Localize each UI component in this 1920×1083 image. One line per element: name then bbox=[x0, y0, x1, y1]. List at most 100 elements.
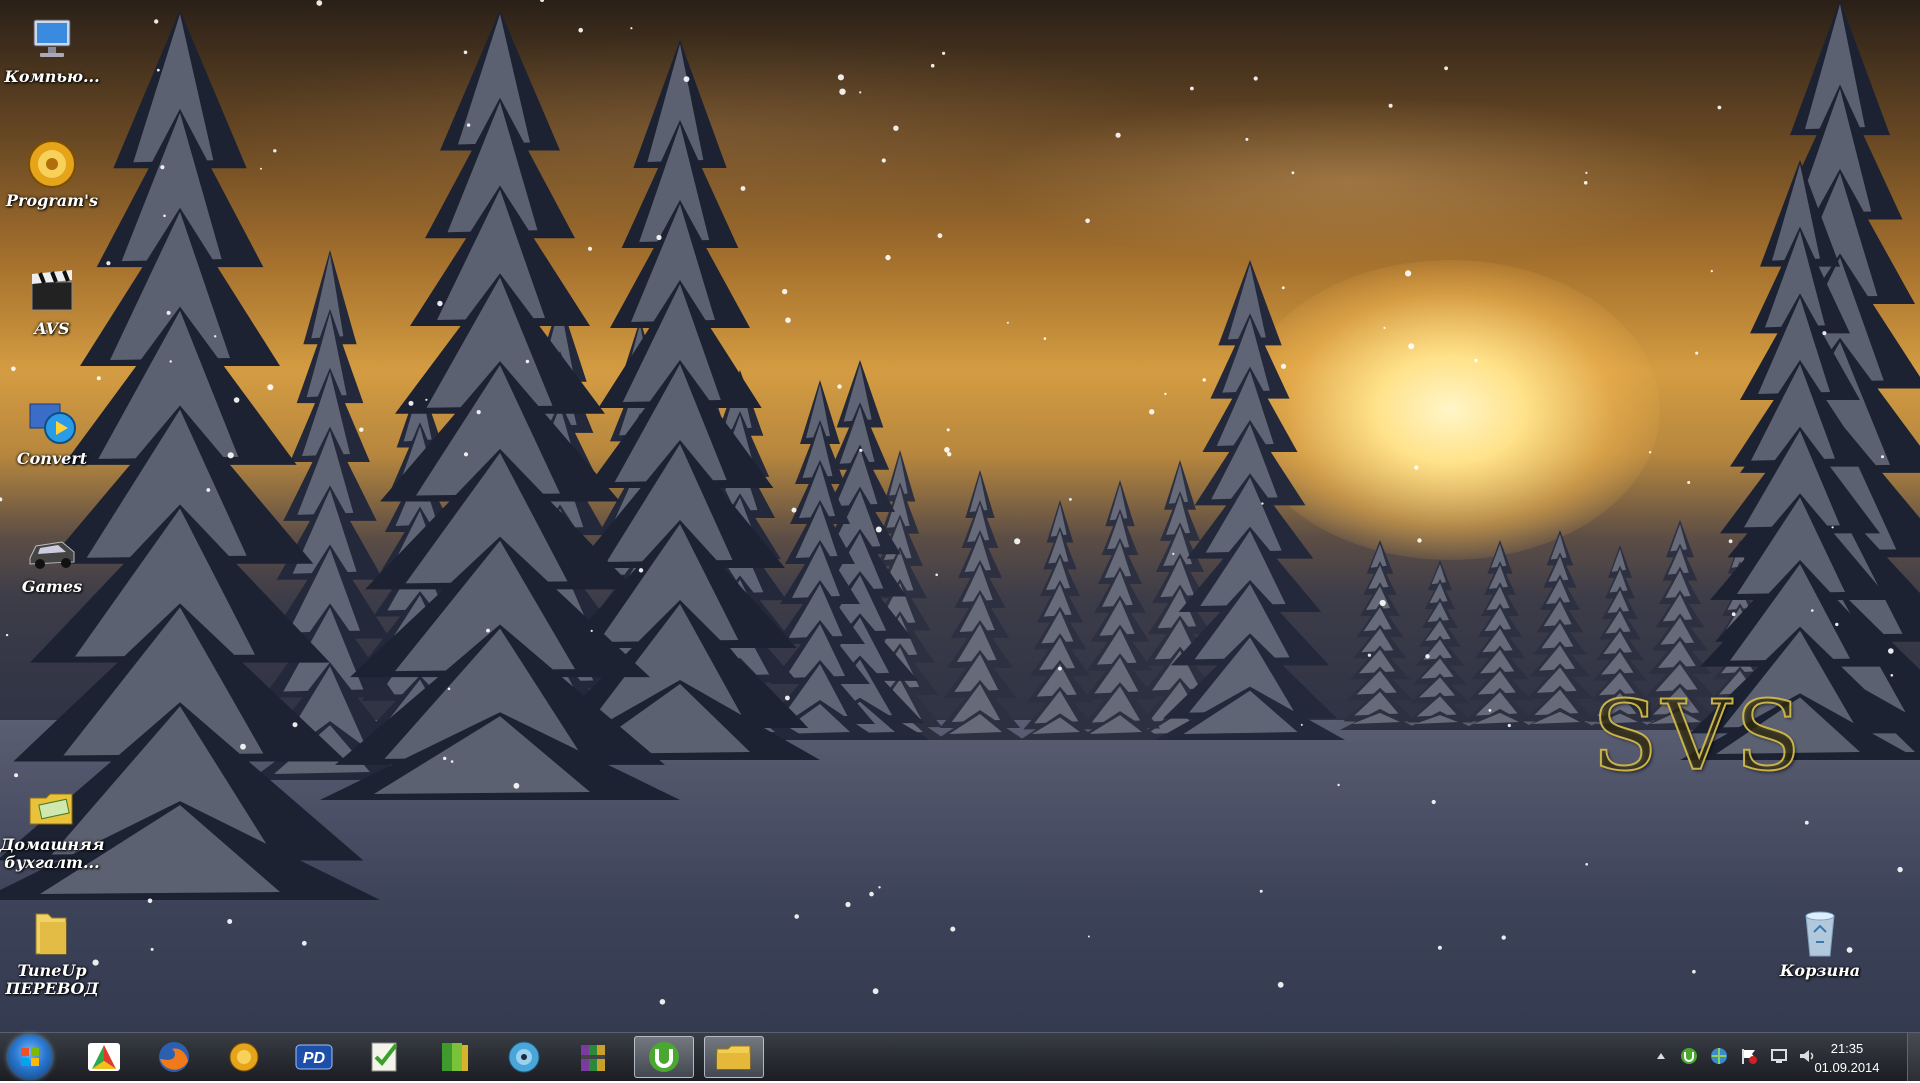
taskbar-app-1[interactable] bbox=[74, 1036, 134, 1078]
desktop-icon-programs[interactable]: Program's bbox=[0, 138, 104, 210]
book-icon bbox=[436, 1039, 472, 1075]
snowflake bbox=[227, 919, 232, 924]
snowflake bbox=[1585, 172, 1587, 174]
taskbar-archive[interactable] bbox=[564, 1036, 624, 1078]
desktop-icon-convert[interactable]: Convert bbox=[0, 396, 104, 468]
snowflake bbox=[148, 899, 153, 904]
snowflake bbox=[1261, 502, 1263, 504]
snowflake bbox=[1832, 526, 1834, 528]
desktop-icon-label: Program's bbox=[0, 192, 104, 210]
snowflake bbox=[160, 165, 164, 169]
snowflake bbox=[267, 384, 273, 390]
snowflake bbox=[240, 744, 246, 750]
snowflake bbox=[448, 688, 451, 691]
car-icon bbox=[26, 524, 78, 576]
desktop-icon-games[interactable]: Games bbox=[0, 524, 104, 596]
snowflake bbox=[359, 428, 363, 432]
flag-icon[interactable] bbox=[1740, 1047, 1758, 1065]
snowflake bbox=[1116, 133, 1121, 138]
taskbar-explorer[interactable] bbox=[704, 1036, 764, 1078]
snowflake bbox=[684, 76, 690, 82]
snowflake bbox=[0, 497, 2, 501]
clock-date: 01.09.2014 bbox=[1802, 1058, 1892, 1077]
snowflake bbox=[639, 568, 643, 572]
snowflake bbox=[1172, 553, 1174, 555]
snowflake bbox=[1164, 393, 1166, 395]
snowflake bbox=[839, 89, 845, 95]
taskbar-firefox[interactable] bbox=[144, 1036, 204, 1078]
network-globe-icon[interactable] bbox=[1710, 1047, 1728, 1065]
show-desktop-button[interactable] bbox=[1907, 1033, 1920, 1081]
taskbar-notepad[interactable] bbox=[354, 1036, 414, 1078]
desktop-icon-label: Домашняя бухгалт... bbox=[0, 836, 104, 872]
snowflake bbox=[1897, 867, 1902, 872]
snowflake bbox=[163, 215, 166, 218]
snowflake bbox=[1711, 270, 1713, 272]
snowflake bbox=[1278, 982, 1284, 988]
snowflake bbox=[794, 914, 799, 919]
desktop-icon-home-accounting[interactable]: Домашняя бухгалт... bbox=[0, 782, 104, 872]
snowflake bbox=[1508, 724, 1511, 727]
snowflake bbox=[293, 722, 298, 727]
snowflake bbox=[873, 988, 879, 994]
desktop-icon-recycle-bin[interactable]: Корзина bbox=[1768, 908, 1872, 980]
taskbar-books[interactable] bbox=[424, 1036, 484, 1078]
snowflake bbox=[6, 634, 8, 636]
taskbar: PD bbox=[0, 1032, 1920, 1081]
snowflake bbox=[1649, 451, 1651, 453]
snowflake bbox=[782, 289, 787, 294]
taskbar-disc[interactable] bbox=[494, 1036, 554, 1078]
desktop-icon-label: Games bbox=[0, 578, 104, 596]
taskbar-pd[interactable]: PD bbox=[284, 1036, 344, 1078]
utorrent-tray-icon[interactable] bbox=[1680, 1047, 1698, 1065]
snowflake bbox=[316, 0, 322, 6]
desktop-icon-label: TuneUp ПЕРЕВОД bbox=[0, 962, 104, 998]
snowflake bbox=[1088, 936, 1090, 938]
desktop-icon-tuneup[interactable]: TuneUp ПЕРЕВОД bbox=[0, 908, 104, 998]
start-button[interactable] bbox=[8, 1035, 52, 1079]
snowflake bbox=[1368, 654, 1371, 657]
snowflake bbox=[1444, 66, 1448, 70]
snowflake bbox=[1245, 138, 1248, 141]
snowflake bbox=[785, 317, 791, 323]
snowflake bbox=[792, 508, 797, 513]
taskbar-utorrent[interactable] bbox=[634, 1036, 694, 1078]
snowflake bbox=[950, 927, 955, 932]
snowflake bbox=[526, 360, 529, 363]
snowflake bbox=[234, 397, 240, 403]
snowflake bbox=[837, 384, 841, 388]
recycle-bin-icon bbox=[1794, 908, 1846, 960]
snowflake bbox=[785, 696, 790, 701]
snowflake bbox=[1502, 935, 1506, 939]
desktop-icon-computer[interactable]: Компью... bbox=[0, 14, 104, 86]
snowflakes bbox=[0, 0, 1920, 1032]
snowflake bbox=[1822, 331, 1826, 335]
snowflake bbox=[1203, 378, 1206, 381]
snowflake bbox=[931, 64, 935, 68]
chevron-up-icon[interactable] bbox=[1652, 1047, 1670, 1065]
snowflake bbox=[944, 447, 950, 453]
snowflake bbox=[1380, 600, 1386, 606]
snowflake bbox=[591, 630, 593, 632]
folder-money-icon bbox=[26, 782, 78, 834]
gamepad-icon bbox=[226, 1039, 262, 1075]
snowflake bbox=[1301, 724, 1303, 726]
desktop-icon-label: Корзина bbox=[1768, 962, 1872, 980]
snowflake bbox=[1432, 800, 1436, 804]
system-clock[interactable]: 21:35 01.09.2014 bbox=[1802, 1039, 1892, 1077]
desktop-icon-avs[interactable]: AVS bbox=[0, 266, 104, 338]
desktop-icon-label: AVS bbox=[0, 320, 104, 338]
snowflake bbox=[947, 452, 951, 456]
snowflake bbox=[1811, 609, 1814, 612]
snowflake bbox=[1805, 821, 1809, 825]
snowflake bbox=[876, 527, 882, 533]
snowflake bbox=[1014, 538, 1020, 544]
monitor-icon[interactable] bbox=[1770, 1047, 1788, 1065]
snowflake bbox=[214, 335, 216, 337]
taskbar-gamepad[interactable] bbox=[214, 1036, 274, 1078]
snowflake bbox=[1044, 337, 1047, 340]
snowflake bbox=[1835, 623, 1838, 626]
snowflake bbox=[157, 69, 160, 72]
snowflake bbox=[154, 19, 158, 23]
snowflake bbox=[486, 629, 490, 633]
